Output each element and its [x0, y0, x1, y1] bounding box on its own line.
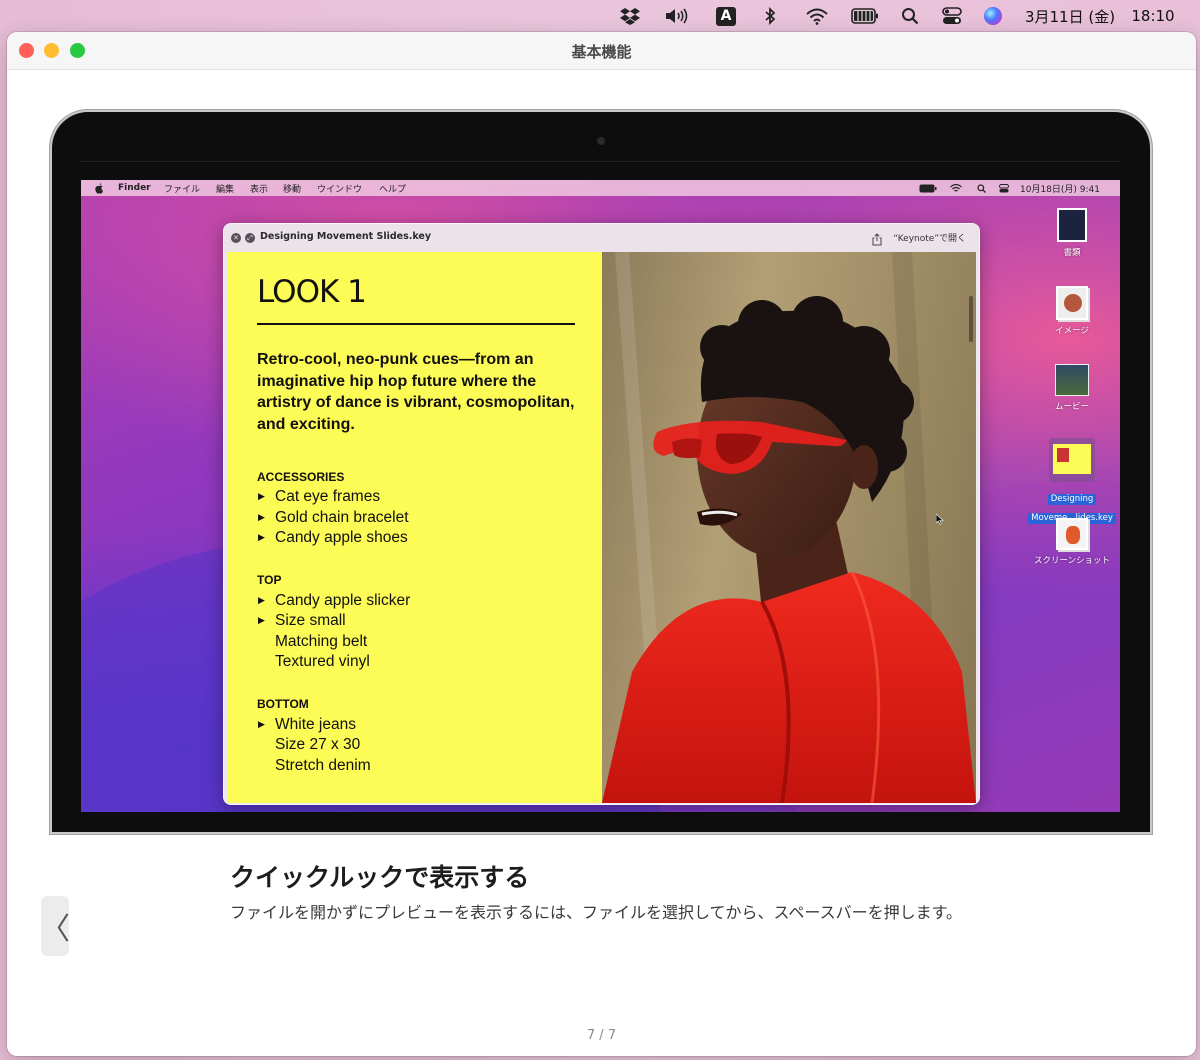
bezel-line [80, 161, 1119, 162]
volume-icon[interactable] [662, 0, 692, 32]
slide-text-panel: LOOK 1 Retro-cool, neo-punk cues—from an… [228, 252, 602, 803]
system-menubar: A 3月11日 (金) 18:10 [0, 0, 1200, 32]
macbook-screen: Finder ファイル 編集 表示 移動 ウインドウ ヘルプ 10月18日(月)… [81, 180, 1120, 812]
slide-heading: LOOK 1 [257, 274, 367, 310]
inner-menu-help: ヘルプ [379, 184, 407, 195]
list-item: Candy apple slicker [275, 592, 411, 609]
inner-menu-file: ファイル [164, 184, 201, 195]
open-in-keynote-button[interactable]: “Keynote”で開く [888, 229, 971, 246]
desktop-icon-movies[interactable]: ムービー [1027, 364, 1117, 412]
inner-menu-edit: 編集 [216, 184, 235, 195]
dropbox-icon[interactable] [617, 0, 643, 32]
quicklook-title: Designing Movement Slides.key [260, 231, 432, 242]
control-center-icon[interactable] [940, 0, 964, 32]
tips-window: 基本機能 Finder ファイル 編集 表示 移動 ウインドウ ヘルプ 10月1… [7, 32, 1196, 1056]
desktop-icon-label: スクリーンショット [1033, 556, 1111, 566]
inner-menu-window: ウインドウ [317, 184, 363, 195]
inner-battery-icon [919, 180, 937, 196]
keynote-file-icon [1049, 438, 1095, 482]
mouse-pointer-icon [935, 510, 944, 529]
desktop-icon-keynote-file[interactable]: Designing Moveme...lides.key [1027, 438, 1117, 524]
keynote-slide: LOOK 1 Retro-cool, neo-punk cues—from an… [228, 252, 976, 803]
quicklook-scrollbar[interactable] [969, 296, 973, 342]
window-title: 基本機能 [571, 43, 632, 61]
desktop-icon-documents[interactable]: 書類 [1027, 208, 1117, 258]
quicklook-window: ✕ ⤢ Designing Movement Slides.key “Keyno… [223, 223, 980, 805]
desktop-icon-screenshots[interactable]: スクリーンショット [1027, 518, 1117, 566]
section-title: ACCESSORIES [257, 470, 345, 484]
inner-search-icon [977, 180, 986, 196]
bullet-icon: ▶ [258, 513, 265, 523]
inner-control-center-icon [999, 180, 1009, 196]
bullet-icon: ▶ [258, 616, 265, 626]
bullet-icon: ▶ [258, 533, 265, 543]
list-item: Candy apple shoes [275, 529, 408, 546]
input-source-icon[interactable]: A [714, 0, 738, 32]
menubar-date[interactable]: 3月11日 (金) [1020, 0, 1120, 32]
inner-menubar: Finder ファイル 編集 表示 移動 ウインドウ ヘルプ 10月18日(月)… [81, 180, 1120, 196]
image-stack-icon [1056, 286, 1088, 320]
menubar-time-text: 18:10 [1131, 7, 1175, 25]
bullet-icon: ▶ [258, 720, 265, 730]
menubar-date-text: 3月11日 (金) [1024, 7, 1116, 26]
quicklook-titlebar: ✕ ⤢ Designing Movement Slides.key “Keyno… [224, 224, 979, 252]
inner-datetime: 10月18日(月) 9:41 [1020, 184, 1100, 195]
slide-photo [602, 252, 976, 803]
tip-description: ファイルを開かずにプレビューを表示するには、ファイルを選択してから、スペースバー… [230, 903, 963, 922]
macbook-illustration: Finder ファイル 編集 表示 移動 ウインドウ ヘルプ 10月18日(月)… [52, 112, 1150, 832]
quicklook-close-icon[interactable]: ✕ [231, 233, 241, 243]
list-item: Stretch denim [275, 757, 371, 774]
list-item: Textured vinyl [275, 653, 370, 670]
desktop-icon-label: 書類 [1063, 248, 1081, 258]
camera-icon [597, 137, 605, 145]
desktop-icon-images[interactable]: イメージ [1027, 286, 1117, 336]
bullet-icon: ▶ [258, 596, 265, 606]
desktop-icon-label: イメージ [1055, 326, 1089, 336]
menubar-time[interactable]: 18:10 [1126, 0, 1180, 32]
screenshot-stack-icon [1056, 518, 1088, 550]
desktop-icon-label: ムービー [1054, 402, 1089, 412]
list-item: Size 27 x 30 [275, 736, 361, 753]
page-indicator: 7 / 7 [586, 1028, 617, 1043]
movie-thumbnail-icon [1055, 364, 1089, 396]
desktop-icon-label: Designing [1047, 494, 1097, 505]
section-title: BOTTOM [257, 697, 309, 711]
slide-rule [257, 323, 575, 325]
share-icon[interactable] [871, 231, 885, 246]
input-badge: A [716, 6, 736, 26]
document-thumbnail-icon [1057, 208, 1087, 242]
portrait-illustration [602, 252, 976, 803]
list-item: Size small [275, 612, 346, 629]
apple-menu-icon [95, 180, 104, 196]
list-item: Cat eye frames [275, 488, 381, 505]
battery-icon[interactable] [850, 0, 880, 32]
bullet-icon: ▶ [258, 492, 265, 502]
chevron-left-icon: 〈 [40, 912, 70, 947]
list-item: Matching belt [275, 633, 368, 650]
slide-intro: Retro-cool, neo-punk cues—from an imagin… [257, 351, 575, 433]
list-item: Gold chain bracelet [275, 509, 409, 526]
inner-menu-go: 移動 [283, 184, 302, 195]
window-titlebar: 基本機能 [7, 32, 1196, 70]
inner-menu-view: 表示 [250, 184, 269, 195]
inner-menu-app: Finder [118, 183, 151, 193]
bluetooth-icon[interactable] [760, 0, 780, 32]
quicklook-fullscreen-icon[interactable]: ⤢ [245, 233, 255, 243]
list-item: White jeans [275, 716, 356, 733]
inner-wifi-icon [950, 180, 962, 196]
tip-heading: クイックルックで表示する [230, 863, 530, 892]
search-icon[interactable] [898, 0, 922, 32]
siri-icon[interactable] [982, 0, 1004, 32]
previous-page-button[interactable]: 〈 [40, 896, 70, 956]
section-title: TOP [257, 573, 282, 587]
wifi-icon[interactable] [804, 0, 830, 32]
